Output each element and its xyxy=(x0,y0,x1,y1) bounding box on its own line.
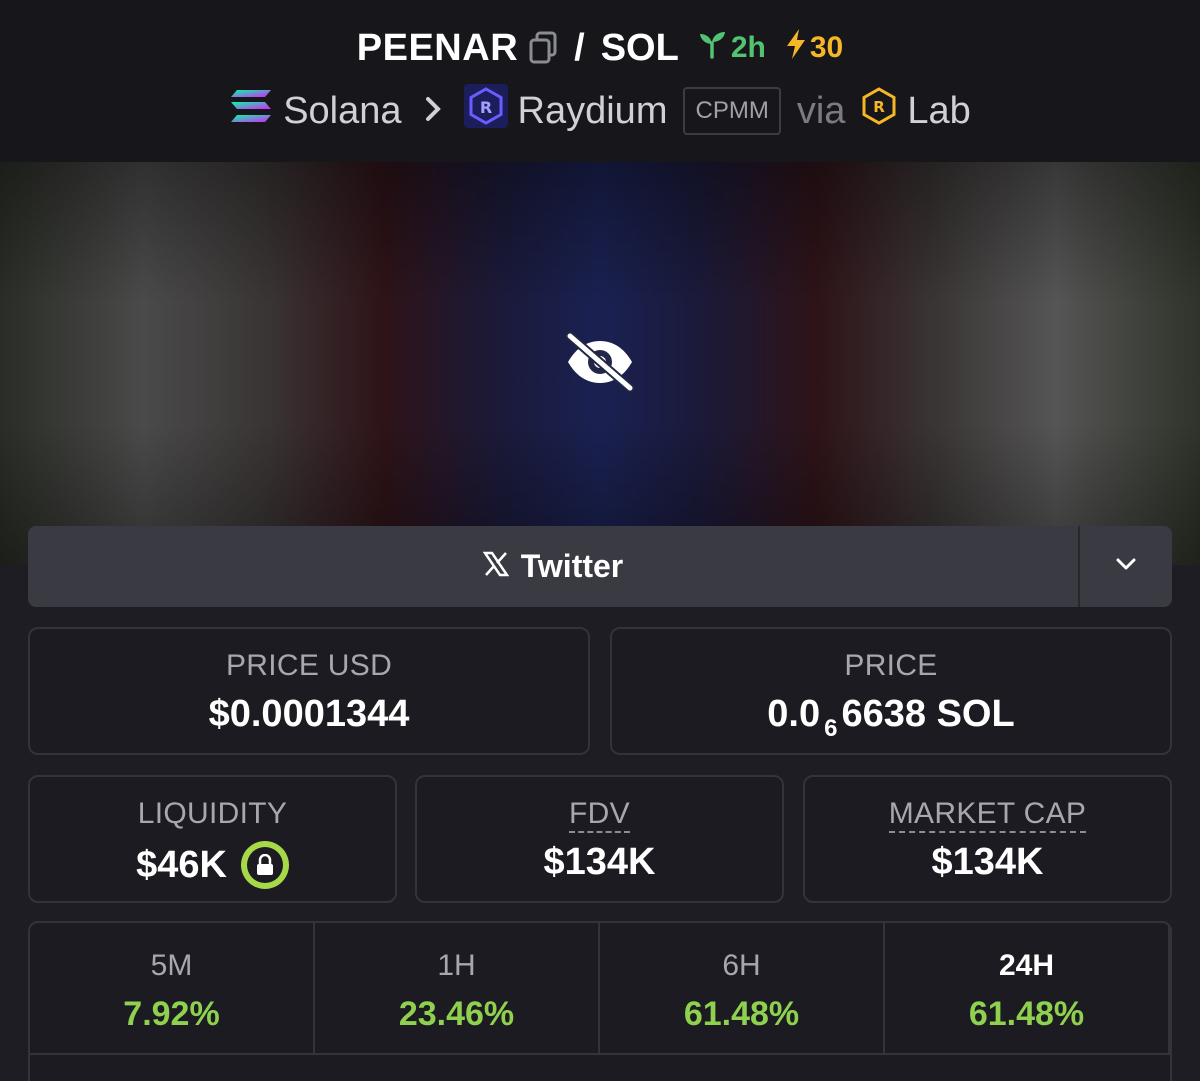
price-usd-label: PRICE USD xyxy=(225,649,393,682)
chain-breadcrumb: Solana R Raydium CPMM via R Lab xyxy=(0,84,1200,138)
pair-age: 2h xyxy=(697,29,766,67)
chain-name: Solana xyxy=(283,89,402,132)
tab-label: 5M xyxy=(150,949,193,982)
twitter-label: Twitter xyxy=(520,548,624,584)
liquidity-value-row: $46K xyxy=(30,841,395,889)
tab-1h[interactable]: 1H 23.46% xyxy=(315,923,600,1055)
social-links: Twitter xyxy=(28,526,1172,607)
seedling-icon xyxy=(697,29,727,67)
lock-icon xyxy=(246,847,283,883)
raydium-icon: R xyxy=(463,84,508,138)
market-cap-value: $134K xyxy=(931,841,1044,883)
tab-label: 1H xyxy=(437,949,476,982)
liquidity-value: $46K xyxy=(136,843,227,886)
price-usd-card: PRICE USD $0.0001344 xyxy=(28,627,590,755)
chevron-right-icon xyxy=(424,92,442,131)
liquidity-card: LIQUIDITY $46K xyxy=(28,775,397,903)
tab-change-value: 61.48% xyxy=(683,995,800,1033)
chain-link[interactable]: Solana xyxy=(229,88,402,134)
tab-change-value: 7.92% xyxy=(123,995,220,1033)
launchpad-name: Lab xyxy=(907,89,971,132)
pair-title-row: PEENAR / SOL 2h 30 xyxy=(0,26,1200,70)
svg-text:R: R xyxy=(874,98,886,116)
liquidity-label: LIQUIDITY xyxy=(137,797,288,830)
fdv-card: FDV $134K xyxy=(415,775,784,903)
price-zero-count: 6 xyxy=(824,714,838,742)
price-native-value: 0.0 6 6638 SOL xyxy=(612,693,1170,742)
eye-slash-icon[interactable] xyxy=(562,331,638,393)
pair-header: PEENAR / SOL 2h 30 Solana R Raydium CPMM… xyxy=(0,0,1200,162)
tab-change-value: 23.46% xyxy=(398,995,515,1033)
price-suffix: 6638 SOL xyxy=(841,693,1015,735)
x-logo-icon xyxy=(482,548,510,585)
twitter-button[interactable]: Twitter xyxy=(28,526,1078,607)
tabs-divider xyxy=(30,1053,1170,1055)
tab-label: 24H xyxy=(998,949,1055,982)
via-label: via xyxy=(796,89,846,132)
copy-icon[interactable] xyxy=(528,31,558,65)
boost-badge[interactable]: 30 xyxy=(784,28,843,68)
price-change-tabs: 5M 7.92% 1H 23.46% 6H 61.48% 24H 61.48% xyxy=(28,921,1172,1081)
more-links-button[interactable] xyxy=(1078,526,1172,607)
tab-6h[interactable]: 6H 61.48% xyxy=(600,923,885,1055)
boost-count: 30 xyxy=(809,31,844,64)
fdv-label[interactable]: FDV xyxy=(569,797,630,833)
pool-type-badge: CPMM xyxy=(683,87,781,135)
tab-24h[interactable]: 24H 61.48% xyxy=(885,923,1170,1055)
fdv-value: $134K xyxy=(543,841,656,883)
market-cap-card: MARKET CAP $134K xyxy=(803,775,1172,903)
launchpad-link[interactable]: R Lab xyxy=(861,86,971,136)
quote-symbol: SOL xyxy=(600,26,679,69)
dex-name: Raydium xyxy=(517,89,668,132)
price-prefix: 0.0 xyxy=(767,693,821,735)
token-symbol: PEENAR xyxy=(356,26,519,69)
age-value: 2h xyxy=(730,31,766,64)
price-native-card: PRICE 0.0 6 6638 SOL xyxy=(610,627,1172,755)
dex-link[interactable]: R Raydium xyxy=(463,84,668,138)
chevron-down-icon xyxy=(1114,556,1138,577)
tab-5m[interactable]: 5M 7.92% xyxy=(30,923,315,1055)
solana-icon xyxy=(229,88,273,134)
tab-label: 6H xyxy=(722,949,761,982)
svg-text:R: R xyxy=(479,98,491,117)
price-label: PRICE xyxy=(844,649,938,682)
tab-change-value: 61.48% xyxy=(968,995,1085,1033)
pair-separator: / xyxy=(574,26,585,69)
price-usd-value: $0.0001344 xyxy=(208,693,410,735)
launchlab-icon: R xyxy=(861,86,897,136)
lightning-icon xyxy=(784,28,808,68)
token-banner[interactable] xyxy=(0,162,1200,565)
market-cap-label[interactable]: MARKET CAP xyxy=(888,797,1087,833)
liquidity-lock-badge[interactable] xyxy=(240,841,289,889)
